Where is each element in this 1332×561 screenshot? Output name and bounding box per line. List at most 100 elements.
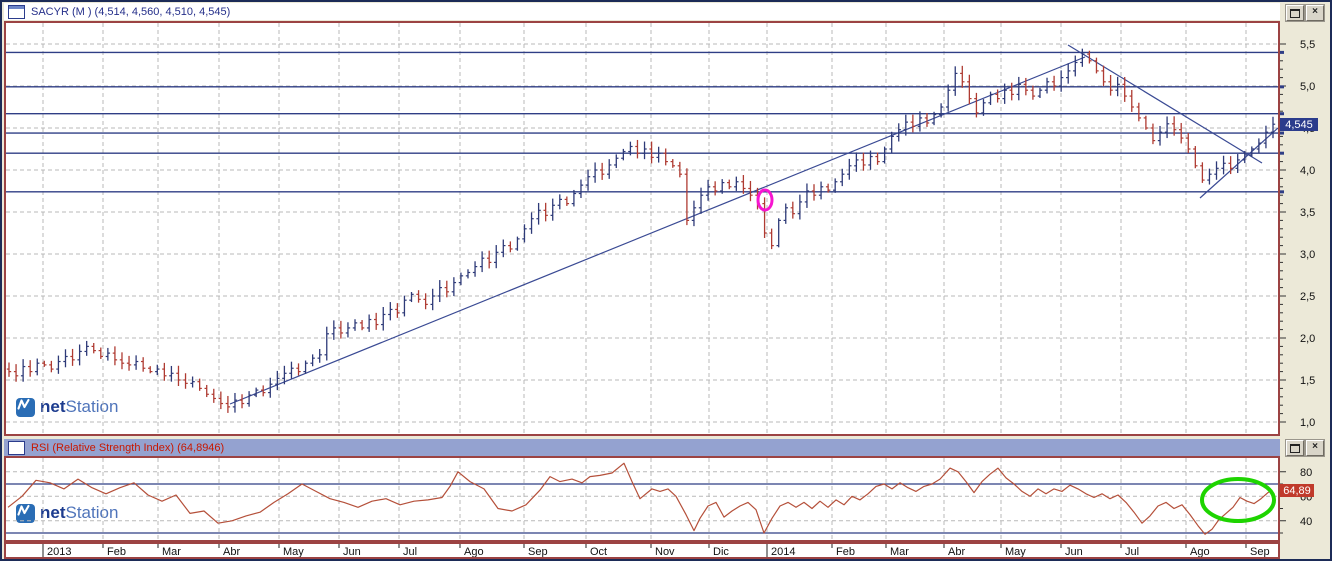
ohlc-bar [741, 175, 746, 194]
price-axis-label: 5,5 [1300, 39, 1315, 51]
ohlc-bar [373, 312, 379, 330]
price-axis-label: 5,0 [1300, 81, 1315, 93]
ohlc-bar [1164, 116, 1170, 139]
ohlc-bar [6, 362, 12, 377]
ohlc-bar [564, 196, 570, 206]
ohlc-bar [246, 391, 252, 407]
ohlc-bar [635, 139, 640, 159]
main-chart-canvas[interactable] [6, 23, 1278, 434]
ohlc-bar [988, 91, 993, 106]
ohlc-bar [140, 357, 146, 372]
date-label: Ago [464, 546, 484, 557]
ohlc-bar [1207, 168, 1212, 185]
main-close-button[interactable]: × [1306, 5, 1324, 21]
date-label: Dic [713, 546, 729, 557]
main-chart-title: SACYR (M ) (4,514, 4,560, 4,510, 4,545) [31, 5, 231, 18]
ohlc-bar [98, 347, 103, 359]
level-marker [1280, 151, 1284, 155]
ohlc-bar [162, 362, 167, 381]
ohlc-bar [684, 168, 690, 226]
ohlc-bar [169, 365, 174, 382]
price-axis-label: 2,5 [1300, 291, 1315, 303]
date-label: May [1005, 546, 1026, 557]
level-marker [1280, 131, 1284, 135]
ohlc-bar [1256, 138, 1262, 153]
ohlc-bar [501, 239, 506, 258]
ohlc-bar [310, 354, 315, 367]
ohlc-bar [769, 228, 774, 250]
price-axis-label: 3,0 [1300, 249, 1315, 261]
ohlc-bar [155, 364, 160, 376]
ohlc-bar [599, 162, 605, 180]
ohlc-bar [381, 306, 386, 331]
date-label: Feb [107, 546, 126, 557]
date-label: Feb [836, 546, 855, 557]
ohlc-bar [148, 366, 153, 374]
main-maximize-button[interactable] [1286, 5, 1304, 21]
ohlc-bar [1066, 63, 1071, 84]
date-label: Mar [890, 546, 909, 557]
rsi-plot[interactable]: net Station [4, 456, 1280, 542]
ohlc-bar [451, 277, 457, 297]
ohlc-bar [1101, 65, 1106, 87]
rsi-panel-titlebar: RSI (Relative Strength Index) (64,8946) [4, 439, 1280, 456]
ohlc-bar [324, 326, 329, 361]
date-label: 2013 [47, 546, 71, 557]
rsi-close-button[interactable]: × [1306, 440, 1324, 456]
ohlc-bar [338, 320, 344, 339]
date-label: Oct [590, 546, 607, 557]
date-label: Jun [343, 546, 361, 557]
ohlc-bar [691, 200, 697, 227]
ohlc-bar [783, 203, 788, 224]
rsi-canvas[interactable] [6, 458, 1278, 540]
main-chart-plot[interactable]: net Station [4, 21, 1280, 436]
trendline-ascending-major[interactable] [229, 56, 1086, 405]
date-label: Jun [1065, 546, 1083, 557]
ohlc-bar [409, 292, 414, 303]
ohlc-bar [49, 360, 54, 373]
ohlc-bar [1270, 116, 1276, 139]
ohlc-bar [437, 280, 442, 303]
rsi-maximize-button[interactable] [1286, 440, 1304, 456]
close-icon: × [1312, 6, 1318, 17]
ohlc-bar [670, 159, 675, 168]
ohlc-bar [1157, 125, 1163, 146]
ohlc-bar [705, 179, 711, 201]
ohlc-bar [20, 359, 26, 382]
ohlc-bar [366, 314, 372, 332]
rsi-window-icon [8, 440, 25, 455]
ohlc-bar [359, 320, 365, 331]
ohlc-bar [70, 348, 75, 366]
ohlc-bar [183, 373, 188, 389]
ohlc-bar [1037, 87, 1043, 98]
ohlc-bar [331, 320, 337, 340]
ohlc-bar [592, 162, 598, 183]
ohlc-bar [1193, 146, 1198, 169]
maximize-icon [1290, 444, 1300, 453]
date-axis: 2013 Feb Mar Abr May Jun Jul Ago Sep Oct Nov Dic 201… [4, 542, 1280, 559]
rsi-axis: 80 60 40 [1280, 456, 1332, 542]
ohlc-bar [494, 245, 499, 269]
date-label: Jul [1125, 546, 1139, 557]
date-label: Sep [1250, 546, 1270, 557]
ohlc-bar [211, 388, 216, 403]
ohlc-bar [854, 152, 859, 172]
ohlc-bar [13, 364, 19, 382]
price-axis-label: 1,0 [1300, 417, 1315, 429]
ohlc-bar [712, 181, 718, 196]
level-marker [1280, 85, 1284, 89]
ohlc-bar [176, 365, 181, 387]
ohlc-bar [133, 355, 139, 370]
ohlc-bar [953, 66, 958, 96]
chart-window-icon [8, 4, 25, 19]
ohlc-bar [1016, 76, 1021, 101]
ohlc-bar [536, 202, 541, 225]
ohlc-bar [77, 344, 82, 366]
ohlc-bar [607, 159, 612, 179]
ohlc-bar [119, 352, 125, 370]
date-label: Abr [948, 546, 965, 557]
ohlc-bar [402, 295, 407, 317]
rsi-panel-title: RSI (Relative Strength Index) (64,8946) [31, 441, 225, 454]
ohlc-bar [776, 218, 781, 248]
ohlc-bar [1058, 70, 1064, 92]
